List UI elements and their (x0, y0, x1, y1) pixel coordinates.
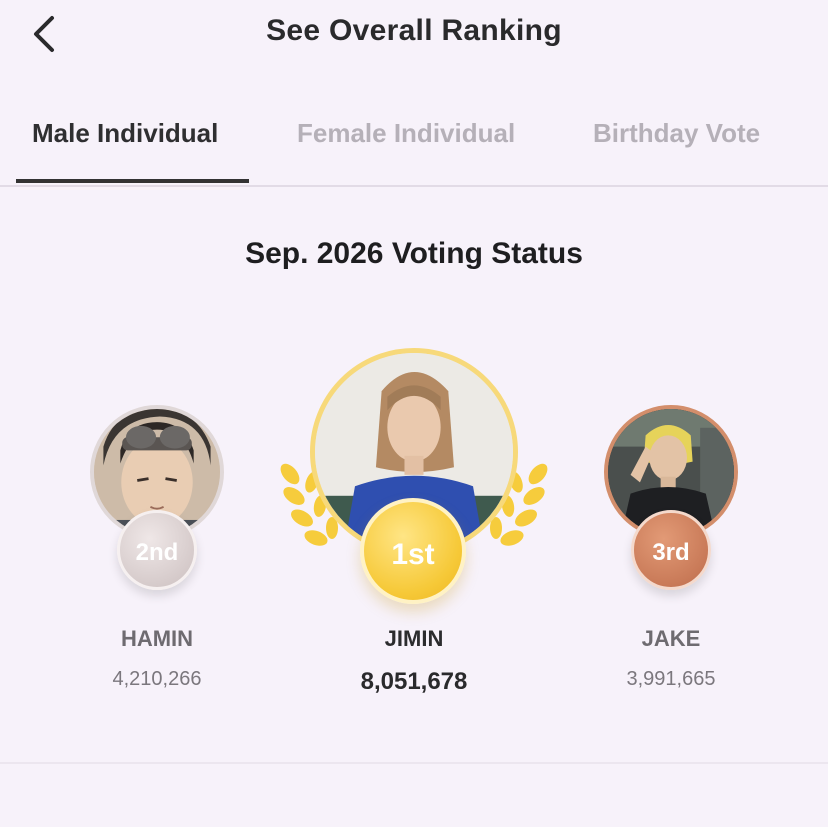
tab-male-individual[interactable]: Male Individual (32, 118, 218, 149)
name-jimin: JIMIN (384, 626, 444, 651)
medal-2nd: 2nd (117, 510, 197, 590)
active-tab-indicator (16, 179, 249, 183)
voting-status-title: Sep. 2026 Voting Status (245, 237, 583, 270)
votes-jimin: 8,051,678 (360, 668, 468, 695)
app-header: See Overall Ranking (0, 0, 828, 70)
votes-jake: 3,991,665 (626, 668, 716, 690)
tab-birthday-vote[interactable]: Birthday Vote (593, 118, 760, 149)
tab-female-individual[interactable]: Female Individual (297, 118, 515, 149)
page-title: See Overall Ranking (266, 14, 562, 47)
name-hamin: HAMIN (120, 626, 194, 651)
name-jake: JAKE (641, 626, 701, 651)
medal-3rd: 3rd (631, 510, 711, 590)
ranking-tabs: Male Individual Female Individual Birthd… (0, 100, 828, 187)
medal-1st: 1st (360, 498, 466, 604)
votes-hamin: 4,210,266 (112, 668, 202, 690)
section-divider (0, 762, 828, 764)
